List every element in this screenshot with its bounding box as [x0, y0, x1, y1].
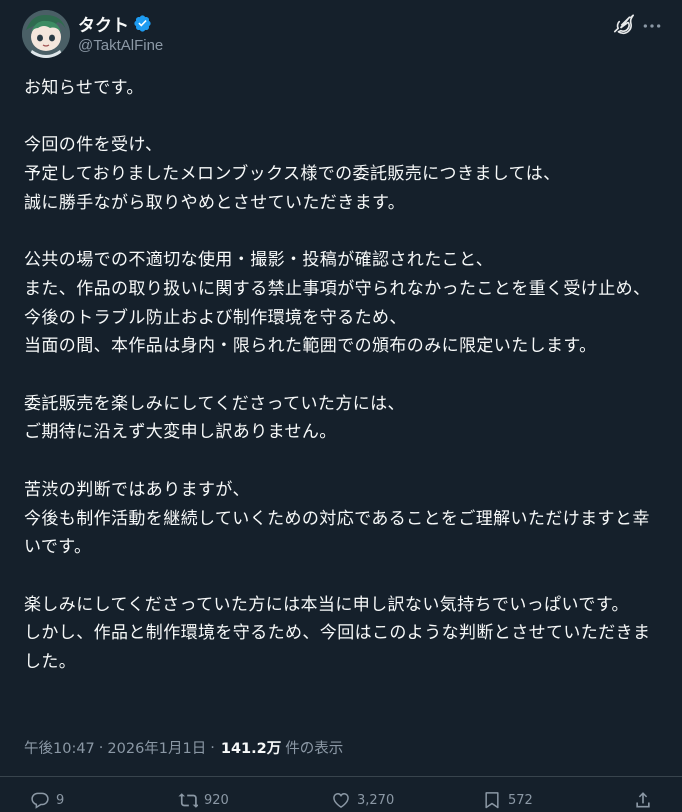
share-button[interactable] [633, 790, 653, 810]
views-count: 141.2万 [220, 741, 282, 757]
bookmark-button[interactable]: 572 [482, 790, 533, 810]
bookmark-count: 572 [508, 792, 533, 808]
tweet-time[interactable]: 午後10:47 [24, 737, 95, 758]
tweet-container: タクト @TaktAlFine お知らせです。 今回の件を受け、 予定しておりま… [0, 0, 682, 810]
tweet-text: お知らせです。 今回の件を受け、 予定しておりましたメロンブックス様での委託販売… [24, 78, 651, 673]
author-handle[interactable]: @TaktAlFine [78, 37, 163, 54]
reply-button[interactable]: 9 [30, 790, 64, 810]
author-block: タクト @TaktAlFine [78, 12, 163, 54]
like-button[interactable]: 3,270 [331, 790, 394, 810]
repost-icon [178, 793, 198, 808]
verified-badge-icon[interactable] [133, 14, 152, 33]
display-name-row: タクト [78, 11, 163, 36]
reply-icon [31, 792, 49, 809]
heart-icon [333, 792, 349, 808]
grok-icon[interactable] [612, 14, 634, 36]
meta-separator: · [210, 739, 215, 756]
meta-separator: · [98, 739, 104, 756]
repost-count: 920 [204, 792, 229, 808]
display-name[interactable]: タクト [78, 11, 129, 36]
views-label: 件の表示 [285, 741, 344, 757]
more-icon[interactable] [642, 16, 662, 36]
like-count: 3,270 [357, 792, 395, 808]
bookmark-icon [485, 792, 499, 809]
avatar[interactable] [22, 10, 70, 58]
divider [0, 776, 682, 777]
tweet-date[interactable]: 2026年1月1日 [107, 737, 206, 758]
reply-count: 9 [56, 792, 65, 808]
tweet-meta: 午後10:47 · 2026年1月1日 · 141.2万 件の表示 [24, 737, 343, 758]
tweet-header: タクト @TaktAlFine [22, 10, 662, 62]
share-icon [636, 792, 650, 808]
action-bar: 9 920 3,270 572 [0, 790, 682, 812]
repost-button[interactable]: 920 [178, 790, 229, 810]
